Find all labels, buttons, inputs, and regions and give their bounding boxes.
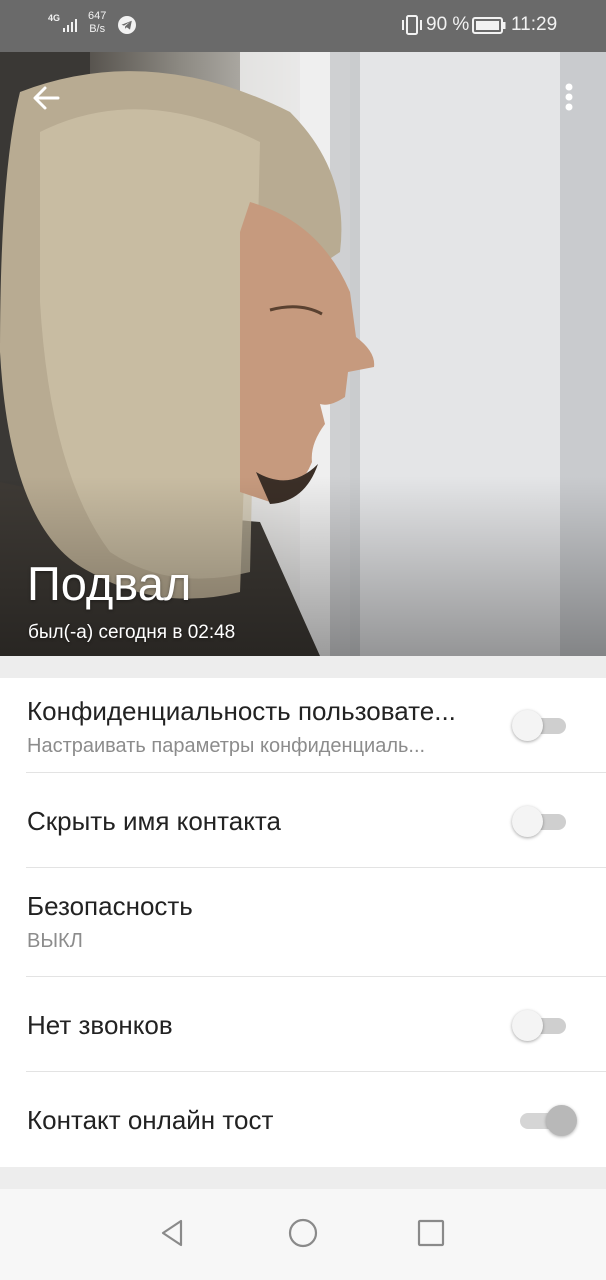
last-seen-status: был(-а) сегодня в 02:48 bbox=[28, 622, 236, 643]
section-gap bbox=[0, 1167, 606, 1189]
setting-privacy-subtitle: Настраивать параметры конфиденциаль... bbox=[27, 735, 426, 757]
toggle-thumb bbox=[512, 806, 543, 837]
net-speed-value: 647 bbox=[88, 10, 107, 22]
battery-percent: 90 % bbox=[426, 14, 470, 35]
nav-home-icon[interactable] bbox=[285, 1215, 321, 1251]
section-gap bbox=[0, 656, 606, 678]
setting-no-calls-title: Нет звонков bbox=[27, 1010, 173, 1040]
online-toast-toggle[interactable] bbox=[512, 1104, 577, 1136]
toggle-thumb bbox=[512, 710, 543, 741]
battery-icon bbox=[472, 17, 506, 34]
setting-privacy-title: Конфиденциальность пользовате... bbox=[27, 696, 456, 726]
setting-hide-name-title: Скрыть имя контакта bbox=[27, 806, 281, 836]
nav-recents-icon[interactable] bbox=[413, 1215, 449, 1251]
hide-name-toggle[interactable] bbox=[512, 805, 568, 837]
net-speed-unit: B/s bbox=[89, 23, 106, 35]
status-bar: 4G 647 B/s 90 % 11:29 bbox=[0, 0, 606, 52]
telegram-icon bbox=[118, 16, 136, 34]
setting-online-toast-title: Контакт онлайн тост bbox=[27, 1105, 274, 1135]
toggle-thumb bbox=[512, 1010, 543, 1041]
navigation-bar bbox=[0, 1189, 606, 1280]
privacy-toggle[interactable] bbox=[512, 709, 568, 741]
setting-online-toast[interactable]: Контакт онлайн тост bbox=[0, 1072, 606, 1167]
net-speed: 647 B/s bbox=[88, 10, 106, 36]
profile-header: Подвал был(-а) сегодня в 02:48 bbox=[0, 52, 606, 656]
clock: 11:29 bbox=[511, 14, 558, 35]
vibrate-icon bbox=[402, 15, 422, 35]
setting-security-title: Безопасность bbox=[27, 891, 193, 921]
setting-hide-name[interactable]: Скрыть имя контакта bbox=[0, 773, 606, 868]
setting-security-value: ВЫКЛ bbox=[27, 930, 83, 952]
back-arrow-icon[interactable] bbox=[26, 78, 66, 118]
setting-no-calls[interactable]: Нет звонков bbox=[0, 977, 606, 1072]
signal-icon bbox=[63, 19, 77, 32]
network-type: 4G bbox=[48, 13, 61, 23]
toggle-thumb bbox=[546, 1105, 577, 1136]
settings-list: Конфиденциальность пользовате... Настраи… bbox=[0, 678, 606, 1167]
nav-back-icon[interactable] bbox=[155, 1215, 191, 1251]
more-vert-icon[interactable] bbox=[552, 78, 586, 118]
contact-name: Подвал bbox=[27, 557, 192, 610]
no-calls-toggle[interactable] bbox=[512, 1009, 568, 1041]
setting-security[interactable]: Безопасность ВЫКЛ bbox=[0, 868, 606, 977]
setting-privacy[interactable]: Конфиденциальность пользовате... Настраи… bbox=[0, 678, 606, 773]
